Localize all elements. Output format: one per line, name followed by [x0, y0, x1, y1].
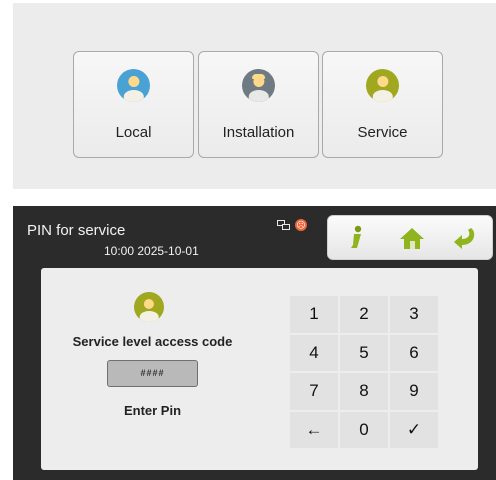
key-9[interactable]: 9	[390, 373, 438, 410]
display-link-icon	[277, 219, 291, 231]
pin-entry-content: Service level access code #### Enter Pin…	[41, 268, 478, 470]
alarm-icon[interactable]: ☹	[295, 219, 307, 231]
key-0[interactable]: 0	[340, 411, 388, 448]
role-button-installation[interactable]: Installation	[198, 51, 319, 158]
key-5[interactable]: 5	[340, 334, 388, 371]
date-time-display: 10:00 2025-10-01	[104, 244, 199, 258]
key-2[interactable]: 2	[340, 296, 388, 333]
info-icon[interactable]	[341, 223, 371, 253]
key-6[interactable]: 6	[390, 334, 438, 371]
key-4[interactable]: 4	[290, 334, 338, 371]
navigation-bar	[327, 215, 493, 260]
back-arrow-icon[interactable]	[449, 223, 479, 253]
local-user-icon	[117, 69, 150, 102]
installer-user-icon	[242, 69, 275, 102]
role-label-local: Local	[115, 124, 152, 141]
home-icon[interactable]	[397, 223, 427, 253]
status-icons: ☹	[277, 219, 307, 231]
role-button-service[interactable]: Service	[322, 51, 443, 158]
enter-pin-label: Enter Pin	[123, 403, 182, 418]
service-user-icon	[366, 69, 399, 102]
service-user-icon	[134, 292, 164, 322]
role-label-service: Service	[357, 124, 408, 141]
access-code-label: Service level access code	[72, 334, 233, 349]
key-3[interactable]: 3	[390, 296, 438, 333]
role-button-local[interactable]: Local	[73, 51, 194, 158]
confirm-key[interactable]: ✓	[390, 411, 438, 448]
pin-input[interactable]: ####	[107, 360, 198, 387]
screen-title: PIN for service	[27, 222, 126, 239]
key-1[interactable]: 1	[290, 296, 338, 333]
role-selection-panel: Local Installation Service	[13, 3, 496, 189]
pin-entry-screen: PIN for service 10:00 2025-10-01 ☹ Servi…	[13, 206, 496, 480]
key-7[interactable]: 7	[290, 373, 338, 410]
numeric-keypad: 1 2 3 4 5 6 7 8 9 ← 0 ✓	[290, 296, 438, 448]
role-label-installation: Installation	[222, 124, 295, 141]
backspace-key[interactable]: ←	[290, 411, 338, 448]
key-8[interactable]: 8	[340, 373, 388, 410]
